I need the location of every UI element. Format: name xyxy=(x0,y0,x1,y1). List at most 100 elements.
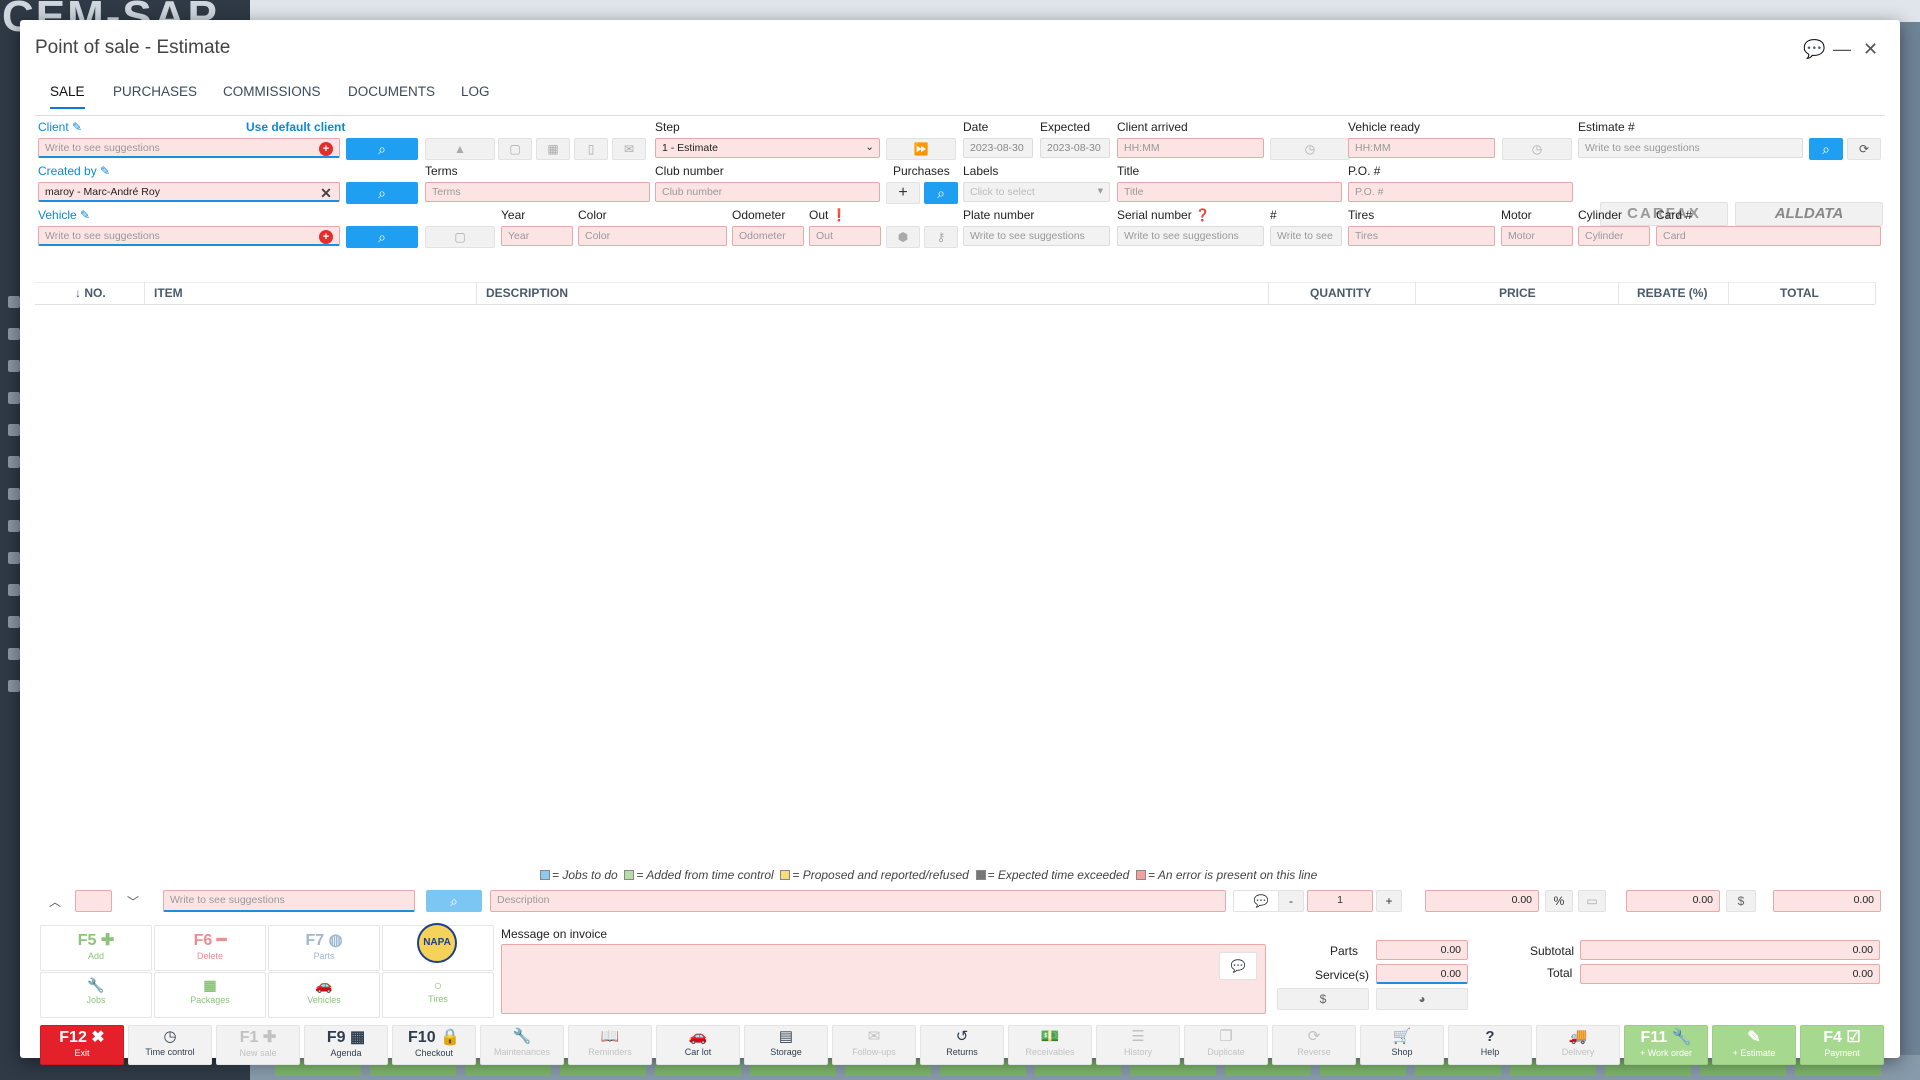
vehicle-input[interactable]: Write to see suggestions xyxy=(38,226,340,246)
vehicle-search-button[interactable]: ⌕ xyxy=(346,226,418,248)
road-icon[interactable]: ▲ xyxy=(425,138,495,160)
color-field[interactable]: Color xyxy=(578,226,727,246)
history-button[interactable]: ☰ History xyxy=(1096,1025,1180,1065)
help-button[interactable]: ? Help xyxy=(1448,1025,1532,1065)
mobile-icon[interactable]: ▯ xyxy=(574,138,608,160)
odometer-field[interactable]: Odometer xyxy=(732,226,804,246)
jobs-button[interactable]: 🔧 Jobs xyxy=(40,972,152,1018)
close-icon[interactable]: ✕ xyxy=(1863,40,1878,58)
motor-field[interactable]: Motor xyxy=(1501,226,1573,246)
quantity-minus-button[interactable]: - xyxy=(1278,890,1304,912)
description-input[interactable]: Description xyxy=(490,890,1226,912)
tab-log[interactable]: LOG xyxy=(461,84,490,99)
created-by-search-button[interactable]: ⌕ xyxy=(346,182,418,204)
title-field[interactable]: Title xyxy=(1117,182,1342,202)
storage-button[interactable]: ▤ Storage xyxy=(744,1025,828,1065)
minimize-icon[interactable]: — xyxy=(1833,40,1851,58)
move-up-icon[interactable]: ︿ xyxy=(38,890,72,912)
tires-field[interactable]: Tires xyxy=(1348,226,1495,246)
f12-exit-button[interactable]: F12 ✖ Exit xyxy=(40,1025,124,1065)
created-by-input[interactable]: maroy - Marc-André Roy xyxy=(38,182,340,202)
client-input[interactable]: Write to see suggestions xyxy=(38,138,340,158)
add-vehicle-icon[interactable]: + xyxy=(319,230,333,244)
f1-new-sale-button[interactable]: F1 ✚ New sale xyxy=(216,1025,300,1065)
use-default-client-link[interactable]: Use default client xyxy=(246,120,345,134)
date-field[interactable]: 2023-08-30 xyxy=(963,138,1033,158)
clear-icon[interactable]: ✕ xyxy=(319,186,333,200)
hash-input[interactable]: Write to see xyxy=(1270,226,1342,246)
returns-button[interactable]: ↺ Returns xyxy=(920,1025,1004,1065)
plate-number-input[interactable]: Write to see suggestions xyxy=(963,226,1110,246)
vehicle-label[interactable]: Vehicle ✎ xyxy=(38,208,90,222)
help-icon[interactable]: ❓ xyxy=(1195,208,1210,222)
terms-field[interactable]: Terms xyxy=(425,182,650,202)
card-field[interactable]: Card xyxy=(1656,226,1881,246)
club-number-field[interactable]: Club number xyxy=(655,182,880,202)
delivery-button[interactable]: 🚚 Delivery xyxy=(1536,1025,1620,1065)
dollar-icon[interactable]: $ xyxy=(1726,890,1756,912)
refresh-icon[interactable]: ⟳ xyxy=(1847,138,1881,160)
f11-work-order-button[interactable]: F11 🔧 + Work order xyxy=(1624,1025,1708,1065)
estimate-number-input[interactable]: Write to see suggestions xyxy=(1578,138,1803,158)
quantity-input[interactable]: 1 xyxy=(1307,890,1373,912)
key-icon[interactable]: ⚷ xyxy=(924,226,958,248)
maintenances-button[interactable]: 🔧 Maintenances xyxy=(480,1025,564,1065)
clock-icon[interactable]: ◷ xyxy=(1270,138,1350,160)
total-input[interactable]: 0.00 xyxy=(1773,890,1881,912)
estimate-search-button[interactable]: ⌕ xyxy=(1809,138,1843,160)
time-control-button[interactable]: ◷ Time control xyxy=(128,1025,212,1065)
vehicles-button[interactable]: 🚗 Vehicles xyxy=(268,972,380,1018)
add-client-icon[interactable]: + xyxy=(319,142,333,156)
item-search-input[interactable]: Write to see suggestions xyxy=(163,890,415,912)
quantity-plus-button[interactable]: + xyxy=(1376,890,1402,912)
year-field[interactable]: Year xyxy=(501,226,573,246)
vehicle-ready-field[interactable]: HH:MM xyxy=(1348,138,1495,158)
serial-number-input[interactable]: Write to see suggestions xyxy=(1117,226,1264,246)
add-purchase-button[interactable]: + xyxy=(886,182,920,204)
tag-icon[interactable]: ⬢ xyxy=(886,226,920,248)
column-no[interactable]: ↓ NO. xyxy=(75,282,106,304)
f5-add-button[interactable]: F5 ✚ Add xyxy=(40,925,152,971)
clock-icon[interactable]: ◷ xyxy=(1502,138,1572,160)
add-estimate-button[interactable]: ✎ + Estimate xyxy=(1712,1025,1796,1065)
f6-delete-button[interactable]: F6 ━ Delete xyxy=(154,925,266,971)
tab-commissions[interactable]: COMMISSIONS xyxy=(223,84,321,99)
tab-purchases[interactable]: PURCHASES xyxy=(113,84,197,99)
f9-agenda-button[interactable]: F9 ▦ Agenda xyxy=(304,1025,388,1065)
purchases-search-button[interactable]: ⌕ xyxy=(924,182,958,204)
alldata-logo[interactable]: ALLDATA xyxy=(1735,202,1883,226)
note-icon[interactable]: ▢ xyxy=(425,226,495,248)
labels-select[interactable]: Click to select ▾ xyxy=(963,182,1110,202)
expected-field[interactable]: 2023-08-30 xyxy=(1040,138,1110,158)
client-search-button[interactable]: ⌕ xyxy=(346,138,418,160)
move-down-icon[interactable]: ﹀ xyxy=(116,890,150,912)
note-icon[interactable]: ▢ xyxy=(498,138,532,160)
message-textarea[interactable] xyxy=(501,944,1266,1014)
step-select[interactable]: 1 - Estimate ⌄ xyxy=(655,138,880,158)
f10-checkout-button[interactable]: F10 🔒 Checkout xyxy=(392,1025,476,1065)
cylinder-field[interactable]: Cylinder xyxy=(1578,226,1650,246)
chat-icon[interactable]: 💬 xyxy=(1803,40,1825,58)
tab-sale[interactable]: SALE xyxy=(50,84,85,109)
receivables-button[interactable]: 💵 Receivables xyxy=(1008,1025,1092,1065)
rebate-input[interactable]: 0.00 xyxy=(1626,890,1720,912)
percent-icon[interactable]: % xyxy=(1545,890,1573,912)
created-by-label[interactable]: Created by ✎ xyxy=(38,164,110,178)
follow-ups-button[interactable]: ✉ Follow-ups xyxy=(832,1025,916,1065)
po-field[interactable]: P.O. # xyxy=(1348,182,1573,202)
packages-button[interactable]: ▦ Packages xyxy=(154,972,266,1018)
line-number-input[interactable] xyxy=(75,890,112,912)
comment-icon[interactable]: 💬 xyxy=(1219,952,1257,980)
money-icon[interactable]: ▭ xyxy=(1578,890,1606,912)
shop-button[interactable]: 🛒 Shop xyxy=(1360,1025,1444,1065)
tab-documents[interactable]: DOCUMENTS xyxy=(348,84,435,99)
duplicate-button[interactable]: ❐ Duplicate xyxy=(1184,1025,1268,1065)
f4-payment-button[interactable]: F4 ☑ Payment xyxy=(1800,1025,1884,1065)
item-search-button[interactable]: ⌕ xyxy=(426,890,482,912)
reverse-button[interactable]: ⟳ Reverse xyxy=(1272,1025,1356,1065)
price-input[interactable]: 0.00 xyxy=(1425,890,1539,912)
car-lot-button[interactable]: 🚗 Car lot xyxy=(656,1025,740,1065)
tires-button[interactable]: ○ Tires xyxy=(382,972,494,1018)
dollar-icon[interactable]: $ xyxy=(1277,988,1369,1010)
fast-forward-icon[interactable]: ⏩ xyxy=(886,138,956,160)
